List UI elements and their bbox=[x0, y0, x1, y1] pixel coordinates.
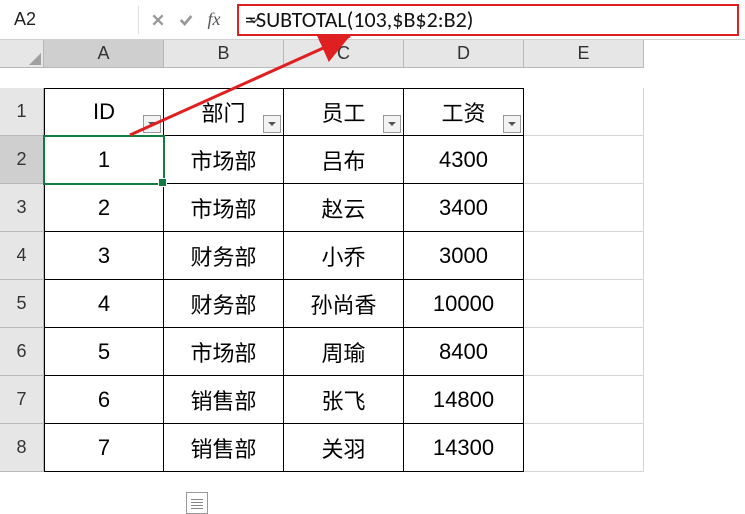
cell-E5[interactable] bbox=[524, 280, 644, 328]
cell-C3-text: 赵云 bbox=[321, 192, 365, 224]
cell-A6[interactable]: 5 bbox=[44, 328, 164, 376]
cell-D2-text: 4300 bbox=[439, 147, 488, 173]
cell-C6-text: 周瑜 bbox=[321, 336, 365, 368]
insert-function-icon[interactable]: fx bbox=[201, 7, 227, 33]
cell-C5[interactable]: 孙尚香 bbox=[284, 280, 404, 328]
cell-C6[interactable]: 周瑜 bbox=[284, 328, 404, 376]
cell-A4-text: 3 bbox=[98, 243, 110, 269]
cell-A6-text: 5 bbox=[98, 339, 110, 365]
cell-C3[interactable]: 赵云 bbox=[284, 184, 404, 232]
cell-A5-text: 4 bbox=[98, 291, 110, 317]
cell-B1-text: 部门 bbox=[201, 96, 245, 128]
cell-B3[interactable]: 市场部 bbox=[164, 184, 284, 232]
cell-D7[interactable]: 14800 bbox=[404, 376, 524, 424]
worksheet-grid: A B C D E 1 ID 部门 员工 工资 2 1 市场部 吕布 4300 … bbox=[0, 40, 745, 472]
cell-D6[interactable]: 8400 bbox=[404, 328, 524, 376]
row-header-8[interactable]: 8 bbox=[0, 424, 44, 472]
formula-bar-buttons: fx bbox=[138, 6, 233, 34]
cell-D3-text: 3400 bbox=[439, 195, 488, 221]
cell-D5-text: 10000 bbox=[433, 291, 494, 317]
cell-E2[interactable] bbox=[524, 136, 644, 184]
cell-A5[interactable]: 4 bbox=[44, 280, 164, 328]
cell-A2-text: 1 bbox=[98, 147, 110, 173]
col-header-C[interactable]: C bbox=[284, 40, 404, 68]
cell-A3-text: 2 bbox=[98, 195, 110, 221]
select-all-corner[interactable] bbox=[0, 40, 44, 68]
cell-B2[interactable]: 市场部 bbox=[164, 136, 284, 184]
cell-C5-text: 孙尚香 bbox=[310, 288, 376, 320]
filter-button-B[interactable] bbox=[263, 115, 281, 133]
filter-button-C[interactable] bbox=[383, 115, 401, 133]
filter-button-A[interactable] bbox=[143, 115, 161, 133]
row-header-3[interactable]: 3 bbox=[0, 184, 44, 232]
enter-icon[interactable] bbox=[173, 7, 199, 33]
cell-E4[interactable] bbox=[524, 232, 644, 280]
row-header-2[interactable]: 2 bbox=[0, 136, 44, 184]
cell-B7-text: 销售部 bbox=[190, 384, 256, 416]
cell-C1-text: 员工 bbox=[321, 96, 365, 128]
cell-C4-text: 小乔 bbox=[321, 240, 365, 272]
cell-B5-text: 财务部 bbox=[190, 288, 256, 320]
cell-C4[interactable]: 小乔 bbox=[284, 232, 404, 280]
cell-B1[interactable]: 部门 bbox=[164, 88, 284, 136]
cell-A4[interactable]: 3 bbox=[44, 232, 164, 280]
cell-D1-text: 工资 bbox=[441, 96, 485, 128]
cell-B5[interactable]: 财务部 bbox=[164, 280, 284, 328]
cell-A8[interactable]: 7 bbox=[44, 424, 164, 472]
cell-E6[interactable] bbox=[524, 328, 644, 376]
cell-E8[interactable] bbox=[524, 424, 644, 472]
cell-A3[interactable]: 2 bbox=[44, 184, 164, 232]
cell-A7[interactable]: 6 bbox=[44, 376, 164, 424]
col-header-E[interactable]: E bbox=[524, 40, 644, 68]
cancel-icon[interactable] bbox=[145, 7, 171, 33]
cell-B7[interactable]: 销售部 bbox=[164, 376, 284, 424]
autofill-options-icon[interactable] bbox=[186, 492, 208, 514]
cell-B3-text: 市场部 bbox=[190, 192, 256, 224]
row-header-6[interactable]: 6 bbox=[0, 328, 44, 376]
cell-B8[interactable]: 销售部 bbox=[164, 424, 284, 472]
col-header-D[interactable]: D bbox=[404, 40, 524, 68]
cell-D5[interactable]: 10000 bbox=[404, 280, 524, 328]
cell-D7-text: 14800 bbox=[433, 387, 494, 413]
cell-C7[interactable]: 张飞 bbox=[284, 376, 404, 424]
cell-A2[interactable]: 1 bbox=[44, 136, 164, 184]
cell-B6[interactable]: 市场部 bbox=[164, 328, 284, 376]
filter-button-D[interactable] bbox=[503, 115, 521, 133]
cell-D3[interactable]: 3400 bbox=[404, 184, 524, 232]
cell-C8[interactable]: 关羽 bbox=[284, 424, 404, 472]
cell-C7-text: 张飞 bbox=[321, 384, 365, 416]
cell-D6-text: 8400 bbox=[439, 339, 488, 365]
cell-C2[interactable]: 吕布 bbox=[284, 136, 404, 184]
cell-B4-text: 财务部 bbox=[190, 240, 256, 272]
formula-input[interactable]: =SUBTOTAL(103,$B$2:B2) bbox=[237, 4, 739, 36]
cell-A1[interactable]: ID bbox=[44, 88, 164, 136]
cell-D1[interactable]: 工资 bbox=[404, 88, 524, 136]
cell-C8-text: 关羽 bbox=[321, 432, 365, 464]
formula-bar: fx =SUBTOTAL(103,$B$2:B2) bbox=[0, 0, 745, 40]
row-header-4[interactable]: 4 bbox=[0, 232, 44, 280]
cell-E7[interactable] bbox=[524, 376, 644, 424]
cell-B6-text: 市场部 bbox=[190, 336, 256, 368]
row-header-5[interactable]: 5 bbox=[0, 280, 44, 328]
cell-C2-text: 吕布 bbox=[321, 144, 365, 176]
cell-E1[interactable] bbox=[524, 88, 644, 136]
cell-B4[interactable]: 财务部 bbox=[164, 232, 284, 280]
cell-D2[interactable]: 4300 bbox=[404, 136, 524, 184]
cell-A1-text: ID bbox=[93, 99, 115, 125]
cell-B8-text: 销售部 bbox=[190, 432, 256, 464]
cell-D4-text: 3000 bbox=[439, 243, 488, 269]
row-header-1[interactable]: 1 bbox=[0, 88, 44, 136]
cell-B2-text: 市场部 bbox=[190, 144, 256, 176]
cell-A8-text: 7 bbox=[98, 435, 110, 461]
cell-A7-text: 6 bbox=[98, 387, 110, 413]
col-header-A[interactable]: A bbox=[44, 40, 164, 68]
cell-D4[interactable]: 3000 bbox=[404, 232, 524, 280]
cell-D8-text: 14300 bbox=[433, 435, 494, 461]
col-header-B[interactable]: B bbox=[164, 40, 284, 68]
row-header-7[interactable]: 7 bbox=[0, 376, 44, 424]
cell-C1[interactable]: 员工 bbox=[284, 88, 404, 136]
cell-D8[interactable]: 14300 bbox=[404, 424, 524, 472]
name-box-container bbox=[4, 5, 134, 35]
cell-E3[interactable] bbox=[524, 184, 644, 232]
